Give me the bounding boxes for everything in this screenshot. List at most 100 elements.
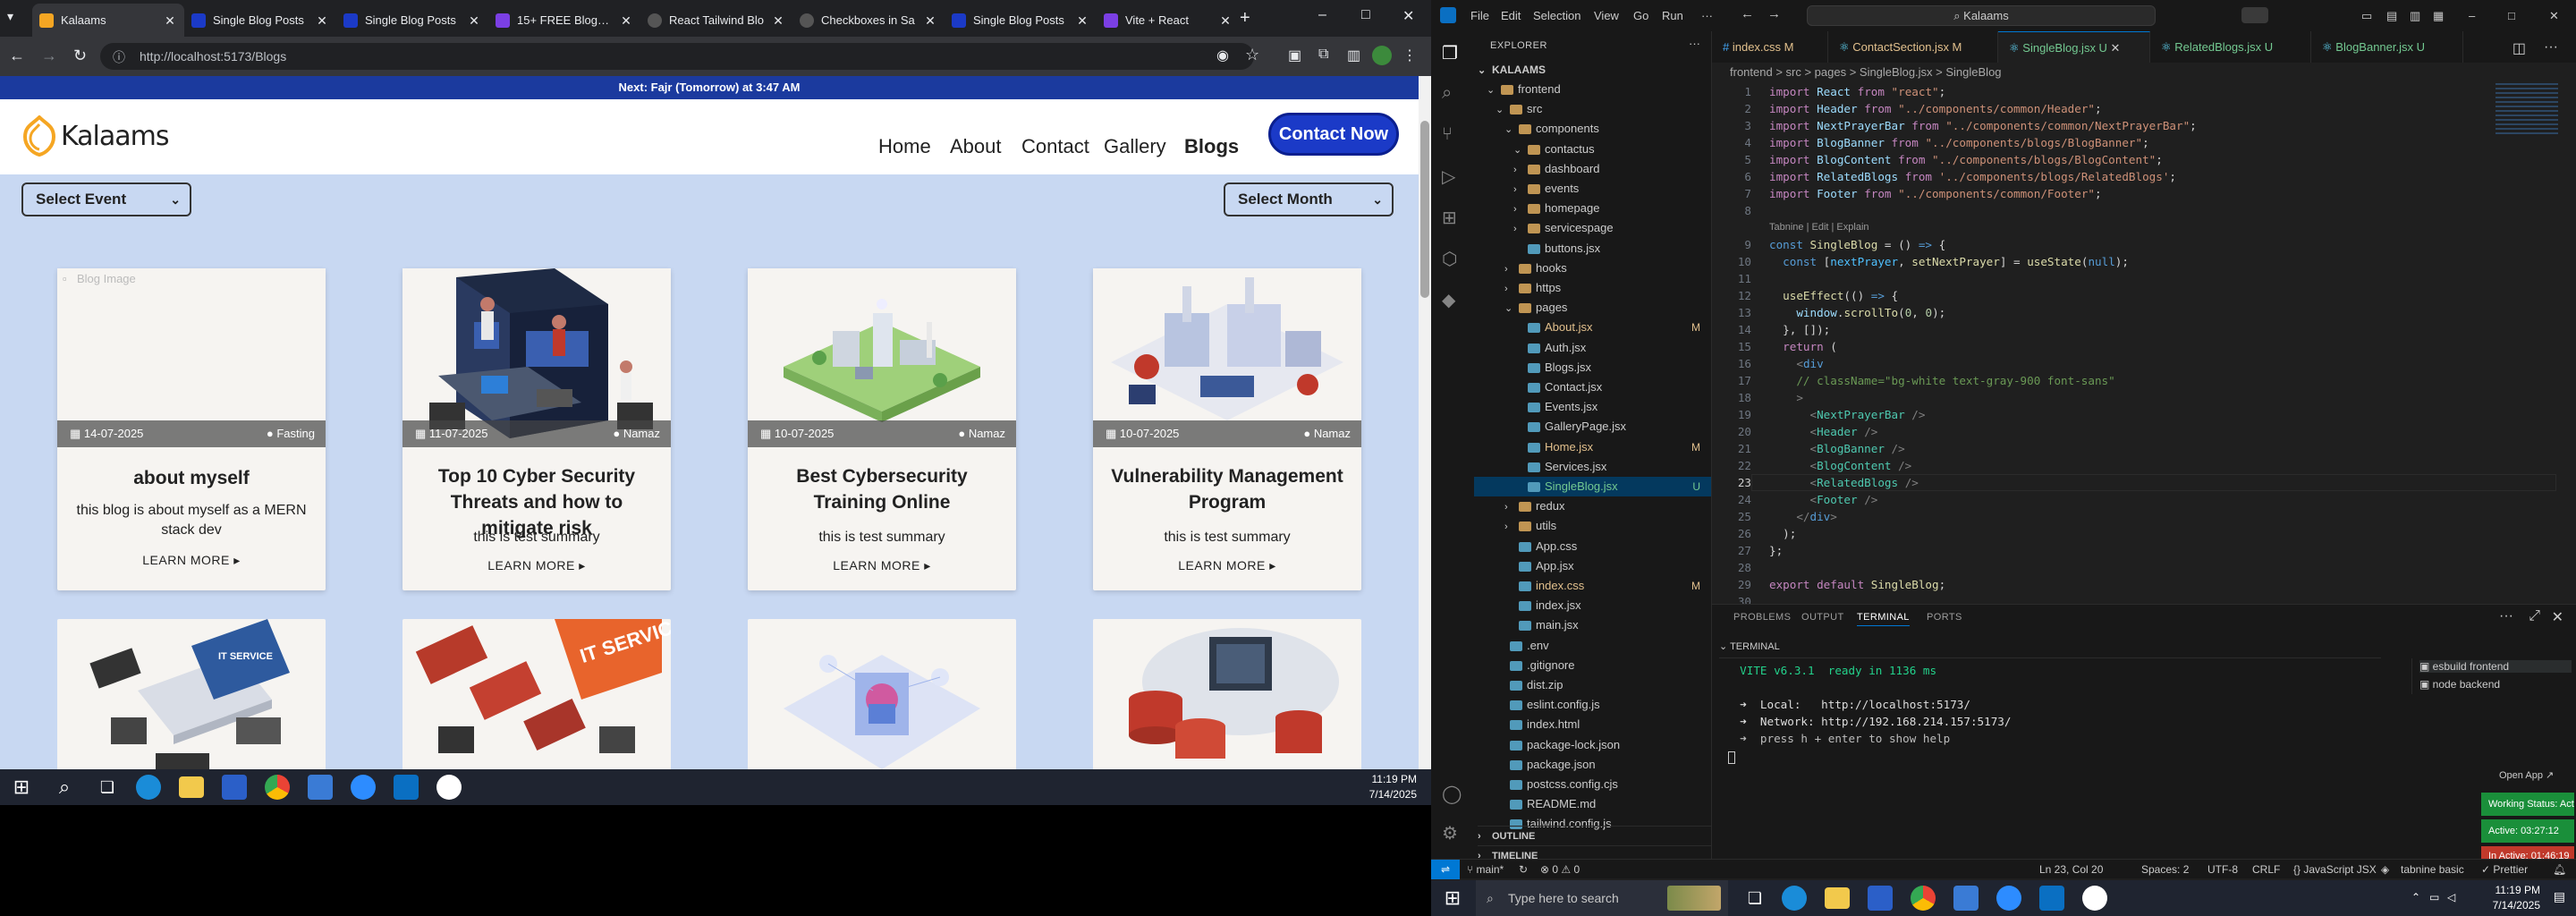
menu-run[interactable]: Run [1662,9,1683,22]
tree-root[interactable]: ⌄ KALAAMS [1478,60,1546,80]
tab-single-blog-1[interactable]: Single Blog Posts ✕ [184,4,336,37]
nav-contact[interactable]: Contact [1021,135,1089,158]
menu-go[interactable]: Go [1633,9,1648,22]
menu-kebab-icon[interactable]: ⋮ [1402,47,1424,68]
tree-item[interactable]: .env [1474,636,1711,656]
close-icon[interactable]: ✕ [2549,9,2559,23]
clock-right[interactable]: 11:19 PM 7/14/2025 [2493,883,2540,913]
blog-card[interactable]: ▦ 11-07-2025 ● Namaz Top 10 Cyber Securi… [402,268,671,590]
editor-tab-contactsection[interactable]: ⚛ ContactSection.jsx M [1828,31,1998,63]
terminal-output[interactable]: VITE v6.3.1 ready in 1136 ms ➜ Local: ht… [1719,662,2381,769]
panel-tab-ports[interactable]: PORTS [1927,612,1962,623]
tree-item[interactable]: App.jsx [1474,556,1711,576]
zoom-icon[interactable] [351,775,376,800]
nav-blogs[interactable]: Blogs [1184,135,1239,158]
tree-item[interactable]: › https [1474,278,1711,298]
learn-more-link[interactable]: LEARN MORE ▸ [402,558,671,573]
learn-more-link[interactable]: LEARN MORE ▸ [57,553,326,568]
tree-item[interactable]: package-lock.json [1474,735,1711,755]
nav-back-icon[interactable]: ← [1741,6,1754,21]
task-view-icon[interactable]: ❏ [1741,884,1769,912]
tree-item[interactable]: Events.jsx [1474,397,1711,417]
maximize-icon[interactable]: □ [2508,9,2515,22]
command-center-search[interactable]: ⌕ Kalaams [1807,5,2156,26]
close-tab-icon[interactable]: ✕ [2107,41,2121,55]
code-editor[interactable]: 1 import React from "react"; 2 import Head… [1712,83,2576,608]
tree-item[interactable]: › homepage [1474,199,1711,218]
language-mode[interactable]: {} JavaScript JSX [2293,860,2377,879]
editor-tab-singleblog[interactable]: ⚛ SingleBlog.jsx U ✕ [1998,31,2150,63]
new-tab-icon[interactable]: + [1240,9,1261,30]
tree-item[interactable]: › events [1474,179,1711,199]
tree-item[interactable]: index.jsx [1474,596,1711,615]
windows-start-icon[interactable]: ⊞ [1438,884,1467,912]
tree-item[interactable]: ⌄ src [1474,99,1711,119]
toggle-secondary-icon[interactable]: ▦ [2433,9,2444,23]
close-tab-icon[interactable]: ✕ [163,13,177,28]
profile-avatar[interactable] [1372,46,1392,65]
split-editor-icon[interactable]: ◫ [2512,39,2526,57]
prettier-status[interactable]: ✓ Prettier [2481,860,2528,879]
extension-icon[interactable]: ▣ [1288,47,1309,68]
tree-item[interactable]: GalleryPage.jsx [1474,417,1711,437]
edge-icon[interactable] [1782,886,1807,911]
taskbar-search-box[interactable]: ⌕ Type here to search [1476,880,1728,916]
contact-now-button[interactable]: Contact Now [1268,113,1399,156]
network-icon[interactable]: ▭ [2429,891,2439,903]
tree-item[interactable]: ⌄ frontend [1474,80,1711,99]
tree-item[interactable]: main.jsx [1474,615,1711,635]
blog-card[interactable]: ▦ 10-07-2025 ● Namaz Vulnerability Manag… [1093,268,1361,590]
volume-icon[interactable]: ◁ [2447,891,2455,903]
indentation[interactable]: Spaces: 2 [2141,860,2189,879]
problems-indicator[interactable]: ⊗ 0 ⚠ 0 [1540,860,1580,879]
location-icon[interactable]: ◉ [1216,47,1238,68]
edge-icon[interactable] [136,775,161,800]
panel-tab-problems[interactable]: PROBLEMS [1733,612,1791,623]
site-logo[interactable]: Kalaams [20,115,169,157]
cursor-position[interactable]: Ln 23, Col 20 [2039,860,2103,879]
search-icon[interactable]: ⌕ [1442,83,1463,105]
tabnine-icon[interactable]: ◆ [1442,289,1463,310]
open-app-link[interactable]: Open App ↗ [2499,769,2554,781]
outline-section[interactable]: › OUTLINE [1478,826,1712,845]
tab-kalaams[interactable]: Kalaams ✕ [32,4,184,37]
terminal-item-node[interactable]: ▣ node backend [2419,678,2500,691]
tree-item[interactable]: dist.zip [1474,675,1711,695]
maximize-icon[interactable]: □ [1361,7,1383,29]
tree-item[interactable]: README.md [1474,794,1711,814]
more-actions-icon[interactable]: ··· [2544,39,2558,55]
editor-tab-relatedblogs[interactable]: ⚛ RelatedBlogs.jsx U [2150,31,2311,63]
tab-free-blog[interactable]: 15+ FREE Blog Wi ✕ [488,4,640,37]
tree-item[interactable]: › redux [1474,496,1711,516]
close-panel-icon[interactable]: ✕ [2552,608,2563,626]
blog-card[interactable]: ▦ 10-07-2025 ● Namaz Best Cybersecurity … [748,268,1016,590]
blog-card[interactable]: ▫ Blog Image ▦ 14-07-2025 ● Fasting abou… [57,268,326,590]
tab-search-icon[interactable]: ▾ [7,9,29,30]
tray-chevron-icon[interactable]: ⌃ [2411,891,2420,903]
tree-item[interactable]: Home.jsx M [1474,437,1711,457]
explorer-files-icon[interactable]: ❐ [1442,42,1463,64]
tab-checkboxes[interactable]: Checkboxes in Sa ✕ [792,4,945,37]
minimize-icon[interactable]: – [1318,7,1340,29]
menu-view[interactable]: View [1594,9,1619,22]
nav-about[interactable]: About [950,135,1002,158]
site-info-icon[interactable]: ⓘ [113,48,134,70]
minimap[interactable] [2496,83,2558,137]
tree-item[interactable]: .gitignore [1474,656,1711,675]
vscode-alt-icon[interactable] [308,775,333,800]
tree-item[interactable]: ⌄ pages [1474,298,1711,318]
menu-selection[interactable]: Selection [1533,9,1580,22]
reload-icon[interactable]: ↻ [73,47,95,68]
vscode-icon[interactable] [394,775,419,800]
task-view-icon[interactable]: ❏ [93,773,122,802]
more-actions-icon[interactable]: ··· [2499,608,2513,624]
back-icon[interactable]: ← [9,47,30,68]
tab-single-blog-2[interactable]: Single Blog Posts ✕ [336,4,488,37]
accounts-icon[interactable]: ◯ [1442,783,1463,804]
tree-item[interactable]: Services.jsx [1474,457,1711,477]
tree-item[interactable]: package.json [1474,755,1711,775]
toggle-sidebar-icon[interactable]: ▤ [2386,9,2397,23]
file-explorer-icon[interactable] [179,776,204,798]
tree-item[interactable]: postcss.config.cjs [1474,775,1711,794]
tree-item[interactable]: SingleBlog.jsx U [1474,477,1711,496]
